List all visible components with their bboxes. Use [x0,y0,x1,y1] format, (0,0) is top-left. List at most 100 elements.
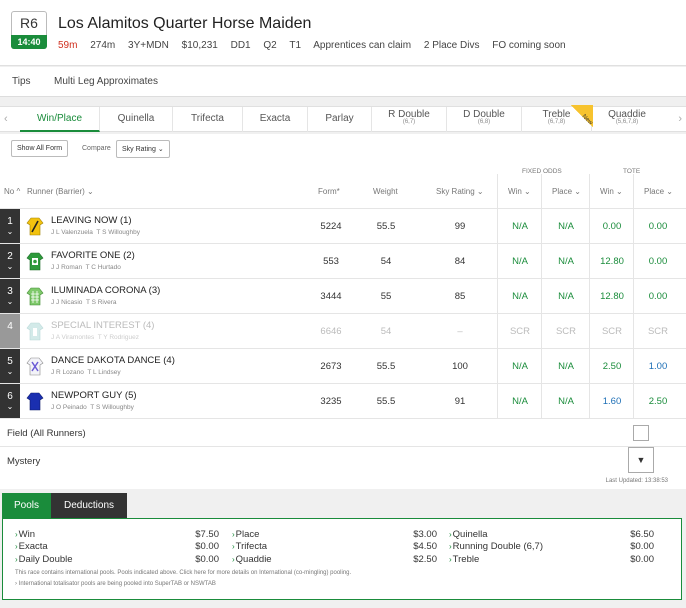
tote-win-odds[interactable]: 12.80 [592,256,632,267]
tote-place-odds[interactable]: 0.00 [636,291,680,302]
trainer-name: T C Hurtado [85,264,121,271]
tabs-scroll-right-icon[interactable]: › [678,113,682,125]
tab-win-place[interactable]: Win/Place [20,107,100,132]
form-controls: Show All Form Compare Sky Rating ⌄ [0,134,686,164]
runner-number: 3 [7,286,13,297]
runner-number-box[interactable]: 3 ⌄ [0,279,20,313]
fo-win-odds[interactable]: N/A [500,256,540,267]
tab-quaddie[interactable]: Quaddie (5,6,7,8) [592,107,662,132]
runner-row[interactable]: 1 ⌄ LEAVING NOW (1) J L Valenzuela T S Wi… [0,208,686,243]
runner-row[interactable]: 2 ⌄ FAVORITE ONE (2) J J Roman T C Hurtad… [0,243,686,278]
runner-number-box[interactable]: 1 ⌄ [0,209,20,243]
header-sky-rating[interactable]: Sky Rating ⌄ [436,187,484,196]
tab-label: Exacta [259,113,291,124]
chevron-down-icon: ⌄ [6,262,14,271]
runner-form: 5224 [320,221,342,232]
pool-label: ›Win [15,529,35,540]
jockey-silks-icon [26,217,44,236]
tab-pools[interactable]: Pools [2,493,51,519]
tab-exacta[interactable]: Exacta [243,107,308,132]
compare-label: Compare [82,145,111,152]
header-tote-place[interactable]: Place ⌄ [644,187,673,196]
tote-place-odds[interactable]: 0.00 [636,221,680,232]
tab-parlay[interactable]: Parlay [308,107,372,132]
runner-row[interactable]: 5 ⌄ DANCE DAKOTA DANCE (4) J R Lozano T L… [0,348,686,383]
tab-treble[interactable]: Treble (6,7,8) New [522,105,593,132]
tote-win-odds[interactable]: 12.80 [592,291,632,302]
field-label: Field (All Runners) [7,428,86,439]
header-no[interactable]: No ^ [4,187,20,196]
tab-deductions[interactable]: Deductions [51,493,127,519]
fo-win-odds[interactable]: N/A [500,361,540,372]
runner-name[interactable]: NEWPORT GUY (5) [51,390,137,401]
tabs-scroll-left-icon[interactable]: ‹ [4,113,8,125]
jockey-silks-icon [26,322,44,341]
tab-trifecta[interactable]: Trifecta [173,107,243,132]
header-fo-win[interactable]: Win ⌄ [508,187,531,196]
runner-weight: 55.5 [376,361,396,372]
chevron-down-icon: ⌄ [6,402,14,411]
tote-win-odds[interactable]: 2.50 [592,361,632,372]
runner-name[interactable]: FAVORITE ONE (2) [51,250,135,261]
tab-r-double[interactable]: R Double (6,7) [372,107,447,132]
multi-leg-link[interactable]: Multi Leg Approximates [54,76,158,87]
runner-row[interactable]: 6 ⌄ NEWPORT GUY (5) J O Peinado T S Willo… [0,383,686,418]
tote-win-odds[interactable]: 0.00 [592,221,632,232]
field-checkbox[interactable] [633,425,649,441]
pools-totalisator-note: › International totalisator pools are be… [15,581,216,587]
tips-link[interactable]: Tips [12,76,31,87]
race-meta-fo: FO coming soon [492,40,566,51]
race-badge: R6 14:40 [11,11,47,49]
chevron-down-icon: ⌄ [157,146,164,153]
compare-value: Sky Rating [122,146,156,153]
fo-place-odds[interactable]: N/A [544,256,588,267]
chevron-right-icon: › [232,530,235,539]
runner-number: 6 [7,391,13,402]
runner-weight: 54 [380,326,392,337]
pool-name: Quinella [452,529,488,540]
race-meta-dd: DD1 [230,40,251,51]
header-fo-place[interactable]: Place ⌄ [552,187,581,196]
runner-name: SPECIAL INTEREST (4) [51,320,155,331]
fo-place-odds[interactable]: N/A [544,221,588,232]
race-meta: 59m 274m 3Y+MDN $10,231 DD1 Q2 T1 Appren… [58,40,576,51]
fo-place-odds[interactable]: N/A [544,396,588,407]
mystery-row: Mystery ▼ Last Updated: 13:38:53 [0,446,686,489]
runner-name[interactable]: ILUMINADA CORONA (3) [51,285,160,296]
runner-row[interactable]: 3 ⌄ ILUMINADA CORONA (3) J J Nicasio T S … [0,278,686,313]
compare-select[interactable]: Sky Rating ⌄ [116,140,170,158]
runner-name[interactable]: DANCE DAKOTA DANCE (4) [51,355,175,366]
header-runner[interactable]: Runner (Barrier) ⌄ [27,187,94,196]
pool-value: $0.00 [630,541,654,552]
runner-jockey-trainer: J J Roman T C Hurtado [51,264,121,271]
runner-number-box[interactable]: 6 ⌄ [0,384,20,418]
runner-jockey-trainer: J O Peinado T S Willoughby [51,404,134,411]
race-meta-q: Q2 [263,40,277,51]
fo-win-odds[interactable]: N/A [500,291,540,302]
fo-place-odds[interactable]: N/A [544,291,588,302]
mystery-dropdown[interactable]: ▼ [628,447,654,473]
tote-place-odds[interactable]: 2.50 [636,396,680,407]
fo-place-odds[interactable]: N/A [544,361,588,372]
show-all-form-button[interactable]: Show All Form [11,140,69,157]
tab-sub: (5,6,7,8) [615,119,639,125]
pool-value: $0.00 [195,554,219,565]
runner-number: 4 [7,321,13,332]
runner-number-box[interactable]: 5 ⌄ [0,349,20,383]
tote-place-odds[interactable]: 0.00 [636,256,680,267]
jockey-name: J J Nicasio [51,299,83,306]
tote-win-odds[interactable]: 1.60 [592,396,632,407]
runner-name[interactable]: LEAVING NOW (1) [51,215,132,226]
trainer-name: T L Lindsey [87,369,121,376]
header-no-label: No [4,187,15,196]
fo-win-odds[interactable]: N/A [500,221,540,232]
runner-number-box[interactable]: 2 ⌄ [0,244,20,278]
tab-label: Quinella [117,113,155,124]
pools-international-note[interactable]: This race contains international pools. … [15,570,351,576]
tab-quinella[interactable]: Quinella [100,107,173,132]
tab-d-double[interactable]: D Double (6,8) [447,107,522,132]
fo-win-odds[interactable]: N/A [500,396,540,407]
header-tote-win[interactable]: Win ⌄ [600,187,623,196]
tote-place-odds[interactable]: 1.00 [636,361,680,372]
pools-tabs: Pools Deductions [0,493,686,519]
